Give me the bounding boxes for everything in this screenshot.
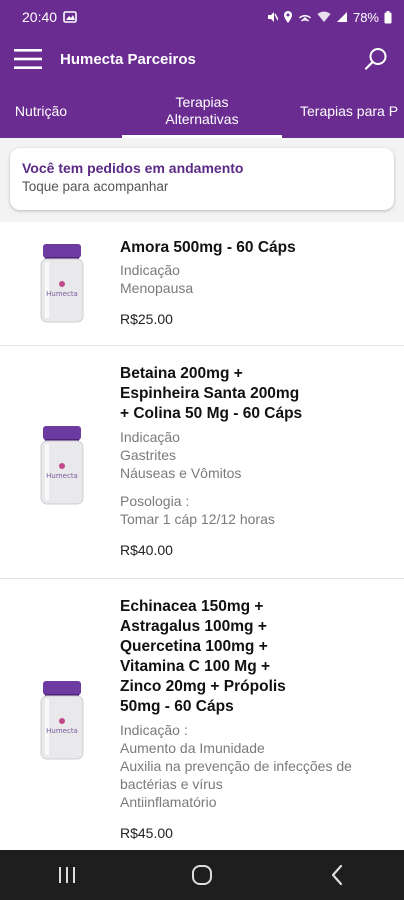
app-bar: Humecta Parceiros (0, 34, 404, 84)
indication-text: Aumento da Imunidade (120, 740, 265, 756)
product-price: R$25.00 (120, 311, 173, 327)
battery-percent: 78% (352, 9, 379, 25)
product-list: Humecta Amora 500mg - 60 Cáps Indicação … (0, 222, 404, 850)
product-card[interactable]: Humecta Betaina 200mg + Espinheira Santa… (0, 346, 404, 579)
product-name-line: Betaina 200mg + (120, 365, 243, 382)
notice-subtitle: Toque para acompanhar (22, 179, 169, 194)
system-nav-bar (0, 850, 404, 900)
hamburger-menu-icon (14, 49, 42, 69)
battery-icon (384, 10, 392, 23)
search-button[interactable] (348, 34, 404, 84)
status-time: 20:40 (22, 9, 58, 25)
product-name-line: Echinacea 150mg + (120, 598, 264, 615)
svg-text:Humecta: Humecta (46, 290, 78, 298)
tab-terapias-alternativas[interactable]: Terapias Alternativas (122, 84, 282, 138)
back-button[interactable] (307, 850, 367, 900)
dosage-text: Tomar 1 cáp 12/12 horas (120, 511, 275, 527)
product-card[interactable]: Humecta Echinacea 150mg + Astragalus 100… (0, 579, 404, 850)
svg-text:Humecta: Humecta (46, 472, 78, 480)
tab-nutricao[interactable]: Nutrição (0, 84, 82, 138)
category-tabs: Nutrição Terapias Alternativas Terapias p… (0, 84, 404, 138)
product-name-line: 50mg - 60 Cáps (120, 698, 234, 715)
product-bottle-image: Humecta (40, 426, 84, 505)
product-name-line: Astragalus 100mg + (120, 618, 267, 635)
indication-label: Indicação : (120, 722, 188, 738)
product-card[interactable]: Humecta Amora 500mg - 60 Cáps Indicação … (0, 222, 404, 346)
location-icon (283, 11, 292, 23)
status-bar: 20:40 78% (0, 0, 404, 34)
indication-text: Menopausa (120, 280, 194, 296)
gallery-notification-icon (63, 11, 77, 23)
indication-text: Gastrites (120, 447, 177, 463)
orders-in-progress-card[interactable]: Você tem pedidos em andamento Toque para… (10, 148, 394, 210)
wifi-icon (317, 11, 331, 22)
hotspot-icon (298, 15, 311, 22)
notice-title: Você tem pedidos em andamento (22, 160, 244, 176)
home-icon (191, 865, 212, 885)
indication-text: Náuseas e Vômitos (120, 465, 242, 481)
signal-icon (336, 12, 347, 22)
content-area: Você tem pedidos em andamento Toque para… (0, 138, 404, 850)
product-name-line: Espinheira Santa 200mg (120, 385, 300, 402)
app-title: Humecta Parceiros (60, 50, 196, 68)
product-price: R$45.00 (120, 825, 173, 841)
indication-text: Auxilia na prevenção de infecções de (120, 758, 352, 774)
svg-text:Humecta: Humecta (46, 727, 78, 735)
indication-label: Indicação (120, 429, 180, 445)
menu-button[interactable] (0, 34, 56, 84)
tab-terapias-para[interactable]: Terapias para P (300, 84, 404, 138)
recent-apps-button[interactable] (37, 850, 97, 900)
mute-icon (267, 12, 278, 22)
search-icon (364, 48, 387, 70)
product-bottle-image: Humecta (40, 244, 84, 323)
recent-apps-icon (59, 867, 76, 883)
product-name: Amora 500mg - 60 Cáps (120, 239, 296, 256)
product-name-line: Zinco 20mg + Própolis (120, 678, 286, 695)
indication-text: bactérias e vírus (120, 776, 223, 792)
indication-label: Indicação (120, 262, 180, 278)
home-button[interactable] (172, 850, 232, 900)
product-name-line: + Colina 50 Mg - 60 Cáps (120, 405, 303, 422)
product-bottle-image: Humecta (40, 681, 84, 760)
product-price: R$40.00 (120, 542, 173, 558)
product-name-line: Vitamina C 100 Mg + (120, 658, 271, 675)
product-name-line: Quercetina 100mg + (120, 638, 268, 655)
dosage-label: Posologia : (120, 493, 190, 509)
indication-text: Antiinflamatório (120, 794, 217, 810)
back-icon (331, 864, 342, 886)
